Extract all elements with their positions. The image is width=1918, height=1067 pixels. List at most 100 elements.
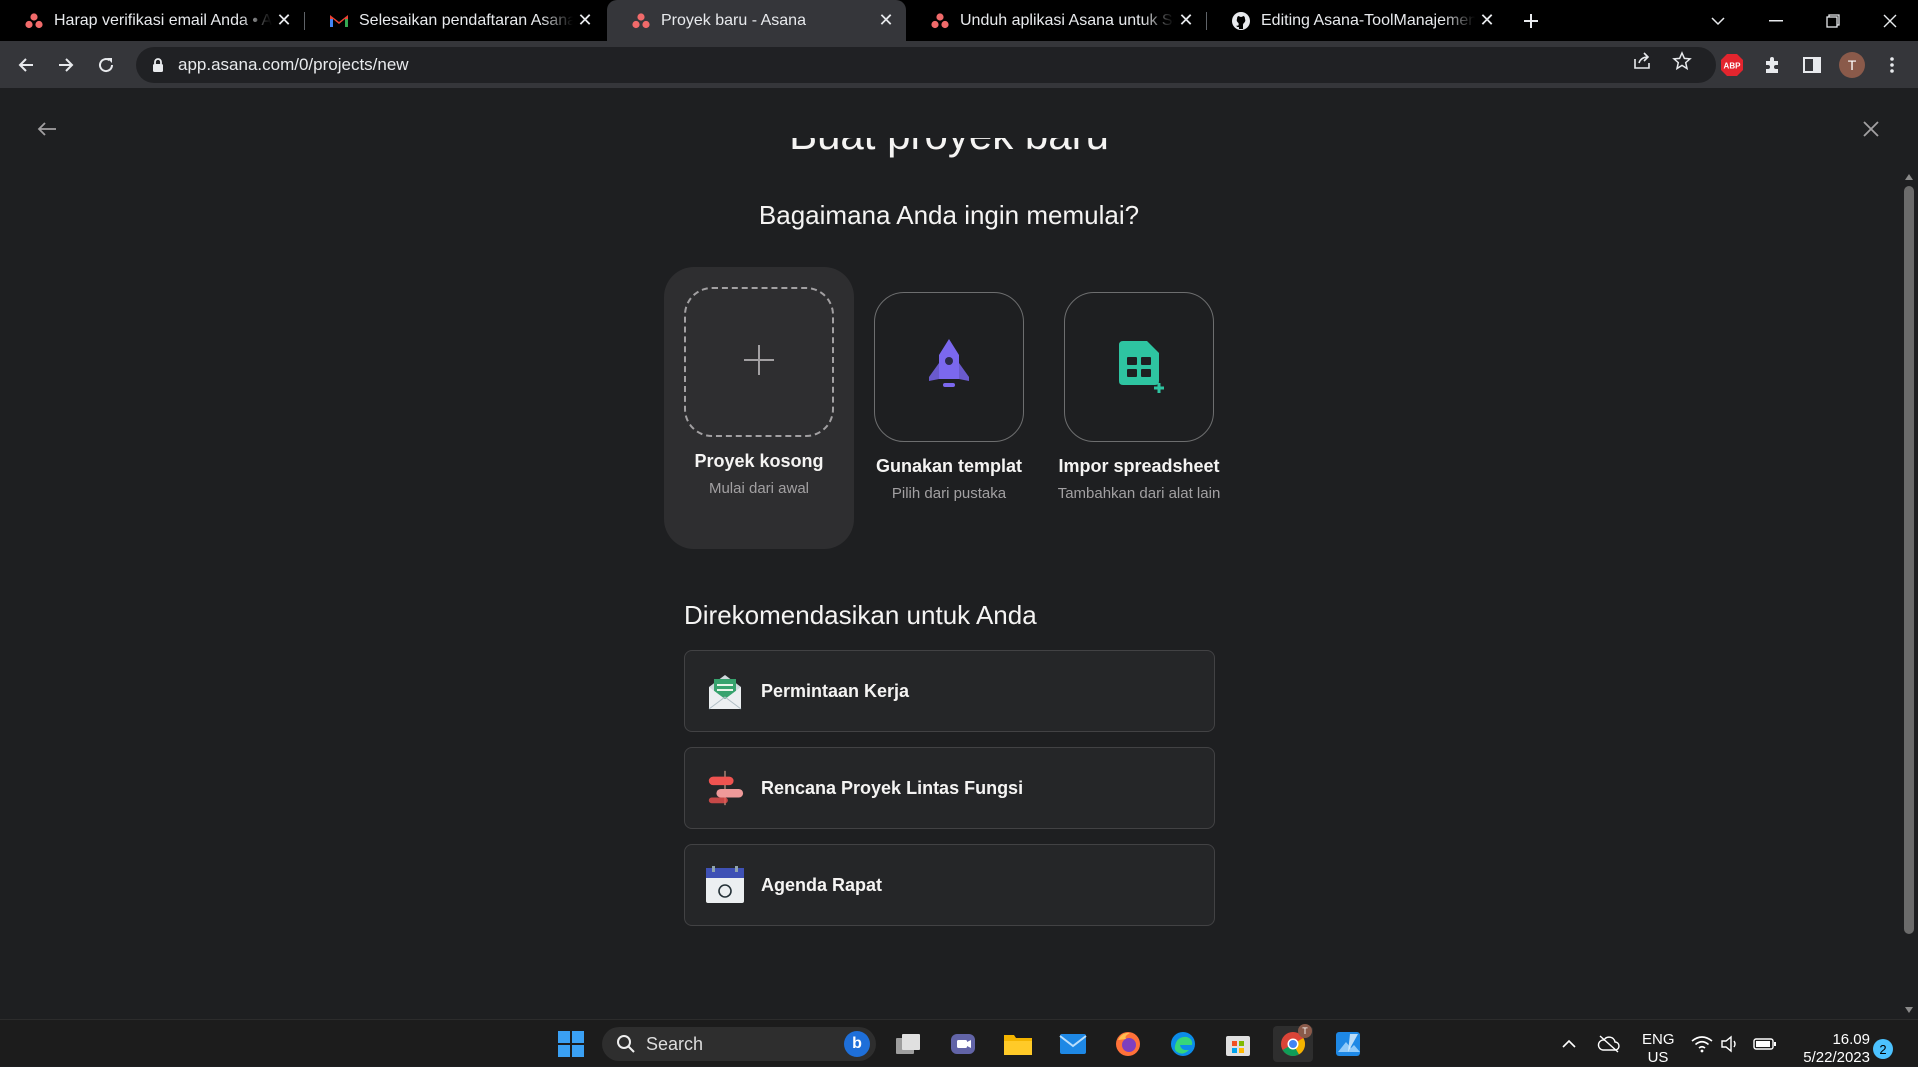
profile-initial: T	[1839, 52, 1865, 78]
new-tab-button[interactable]	[1516, 6, 1546, 36]
wifi-icon[interactable]	[1688, 1026, 1716, 1062]
windows-taskbar: Search b T ENG US 16.09 5/22/2023 2	[0, 1019, 1918, 1066]
asana-icon	[24, 11, 44, 31]
asana-icon	[631, 11, 651, 31]
share-icon[interactable]	[1630, 49, 1654, 73]
rocket-icon	[917, 333, 981, 402]
forward-button[interactable]	[50, 49, 82, 81]
option-import-spreadsheet[interactable]: Impor spreadsheet Tambahkan dari alat la…	[1044, 292, 1234, 524]
option-label: Gunakan templat	[875, 456, 1023, 476]
option-tile[interactable]	[874, 292, 1024, 442]
notification-badge[interactable]: 2	[1873, 1039, 1893, 1059]
close-icon[interactable]: ✕	[1174, 9, 1198, 33]
browser-tab[interactable]: Selesaikan pendaftaran Asana Anda ✕	[305, 0, 605, 41]
clock[interactable]: 16.09 5/22/2023	[1790, 1031, 1870, 1067]
option-blank-project[interactable]: Proyek kosong Mulai dari awal	[664, 267, 854, 549]
profile-avatar[interactable]: T	[1837, 50, 1867, 80]
option-desc: Tambahkan dari alat lain	[1057, 485, 1221, 502]
extensions-puzzle-icon[interactable]	[1757, 50, 1787, 80]
asana-new-project-page: Buat proyek baru Bagaimana Anda ingin me…	[0, 88, 1918, 1019]
recommended-item-work-requests[interactable]: Permintaan Kerja	[684, 650, 1215, 732]
chrome-profile-badge: T	[1298, 1024, 1312, 1038]
battery-icon[interactable]	[1750, 1026, 1780, 1062]
chrome-icon[interactable]: T	[1273, 1024, 1313, 1062]
scroll-down-arrow-icon[interactable]	[1905, 1007, 1913, 1013]
option-label: Impor spreadsheet	[1058, 456, 1220, 476]
firefox-icon[interactable]	[1110, 1026, 1146, 1062]
address-bar[interactable]: app.asana.com/0/projects/new	[136, 47, 1716, 83]
recommended-heading: Direkomendasikan untuk Anda	[684, 600, 1037, 630]
plus-icon	[742, 343, 776, 382]
recommended-item-meeting-agenda[interactable]: Agenda Rapat	[684, 844, 1215, 926]
back-button[interactable]	[10, 49, 42, 81]
reload-button[interactable]	[90, 49, 122, 81]
mail-icon[interactable]	[1055, 1026, 1091, 1062]
adblock-badge-text: ABP	[1724, 62, 1742, 71]
scroll-thumb[interactable]	[1904, 186, 1914, 934]
search-icon	[616, 1034, 636, 1054]
recommended-item-cross-functional-plan[interactable]: Rencana Proyek Lintas Fungsi	[684, 747, 1215, 829]
taskbar-search[interactable]: Search b	[602, 1027, 876, 1061]
option-tile[interactable]	[1064, 292, 1214, 442]
option-desc: Pilih dari pustaka	[891, 485, 1007, 502]
clock-date: 5/22/2023	[1803, 1049, 1870, 1066]
recommended-label: Agenda Rapat	[761, 874, 883, 895]
microsoft-store-icon[interactable]	[1220, 1026, 1256, 1062]
option-use-template[interactable]: Gunakan templat Pilih dari pustaka	[854, 292, 1044, 524]
envelope-icon	[705, 671, 745, 711]
tab-title: Harap verifikasi email Anda • Asana	[54, 11, 272, 29]
restore-button[interactable]	[1808, 0, 1858, 41]
chevron-up-icon[interactable]	[1554, 1026, 1584, 1062]
side-panel-icon[interactable]	[1797, 50, 1827, 80]
photos-icon[interactable]	[1330, 1026, 1366, 1062]
adblock-extension-icon[interactable]: ABP	[1717, 50, 1747, 80]
teams-chat-icon[interactable]	[945, 1026, 981, 1062]
file-explorer-icon[interactable]	[1000, 1026, 1036, 1062]
lock-icon[interactable]	[150, 57, 166, 73]
close-icon[interactable]: ✕	[1475, 9, 1499, 33]
tab-title: Editing Asana-ToolManajemenProyek	[1261, 11, 1475, 29]
language-code: ENG	[1642, 1031, 1675, 1048]
calendar-icon	[705, 865, 745, 905]
tab-search-chevron-icon[interactable]	[1693, 0, 1743, 41]
browser-toolbar: app.asana.com/0/projects/new ABP T	[0, 41, 1918, 88]
gmail-icon	[329, 11, 349, 31]
asana-icon	[930, 11, 950, 31]
url-text[interactable]: app.asana.com/0/projects/new	[178, 55, 409, 75]
language-indicator[interactable]: ENG US	[1642, 1031, 1675, 1067]
tab-title: Unduh aplikasi Asana untuk Seluler	[960, 11, 1174, 29]
bing-icon: b	[844, 1031, 870, 1057]
page-subtitle: Bagaimana Anda ingin memulai?	[758, 200, 1140, 230]
edge-icon[interactable]	[1165, 1026, 1201, 1062]
task-view-icon[interactable]	[890, 1026, 926, 1062]
browser-tab[interactable]: Unduh aplikasi Asana untuk Seluler ✕	[906, 0, 1206, 41]
tab-title: Selesaikan pendaftaran Asana Anda	[359, 11, 573, 29]
close-icon[interactable]: ✕	[573, 9, 597, 33]
more-menu-icon[interactable]	[1877, 50, 1907, 80]
browser-tab-bar: Harap verifikasi email Anda • Asana ✕ Se…	[0, 0, 1918, 41]
bookmark-star-icon[interactable]	[1670, 49, 1694, 73]
cloud-offline-icon[interactable]	[1594, 1026, 1624, 1062]
volume-icon[interactable]	[1716, 1026, 1744, 1062]
signpost-icon	[705, 768, 745, 808]
minimize-button[interactable]	[1751, 0, 1801, 41]
taskbar-search-label: Search	[646, 1033, 704, 1054]
browser-tab[interactable]: Editing Asana-ToolManajemenProyek ✕	[1207, 0, 1507, 41]
clock-time: 16.09	[1832, 1031, 1870, 1048]
browser-tab[interactable]: Harap verifikasi email Anda • Asana ✕	[0, 0, 304, 41]
browser-tab-active[interactable]: Proyek baru - Asana ✕	[607, 0, 906, 41]
option-tile[interactable]	[684, 287, 834, 437]
windows-start-icon[interactable]	[553, 1026, 589, 1062]
vertical-scrollbar[interactable]	[1900, 168, 1918, 1019]
tab-title: Proyek baru - Asana	[661, 11, 806, 29]
scroll-up-arrow-icon[interactable]	[1905, 174, 1913, 180]
option-label: Proyek kosong	[694, 451, 824, 471]
github-icon	[1231, 11, 1251, 31]
page-title: Buat proyek baru	[0, 138, 1898, 188]
close-icon[interactable]: ✕	[874, 9, 898, 33]
recommended-label: Rencana Proyek Lintas Fungsi	[761, 777, 1024, 798]
recommended-label: Permintaan Kerja	[761, 680, 910, 701]
option-desc: Mulai dari awal	[708, 480, 810, 497]
close-window-button[interactable]	[1865, 0, 1915, 41]
close-icon[interactable]: ✕	[272, 9, 296, 33]
